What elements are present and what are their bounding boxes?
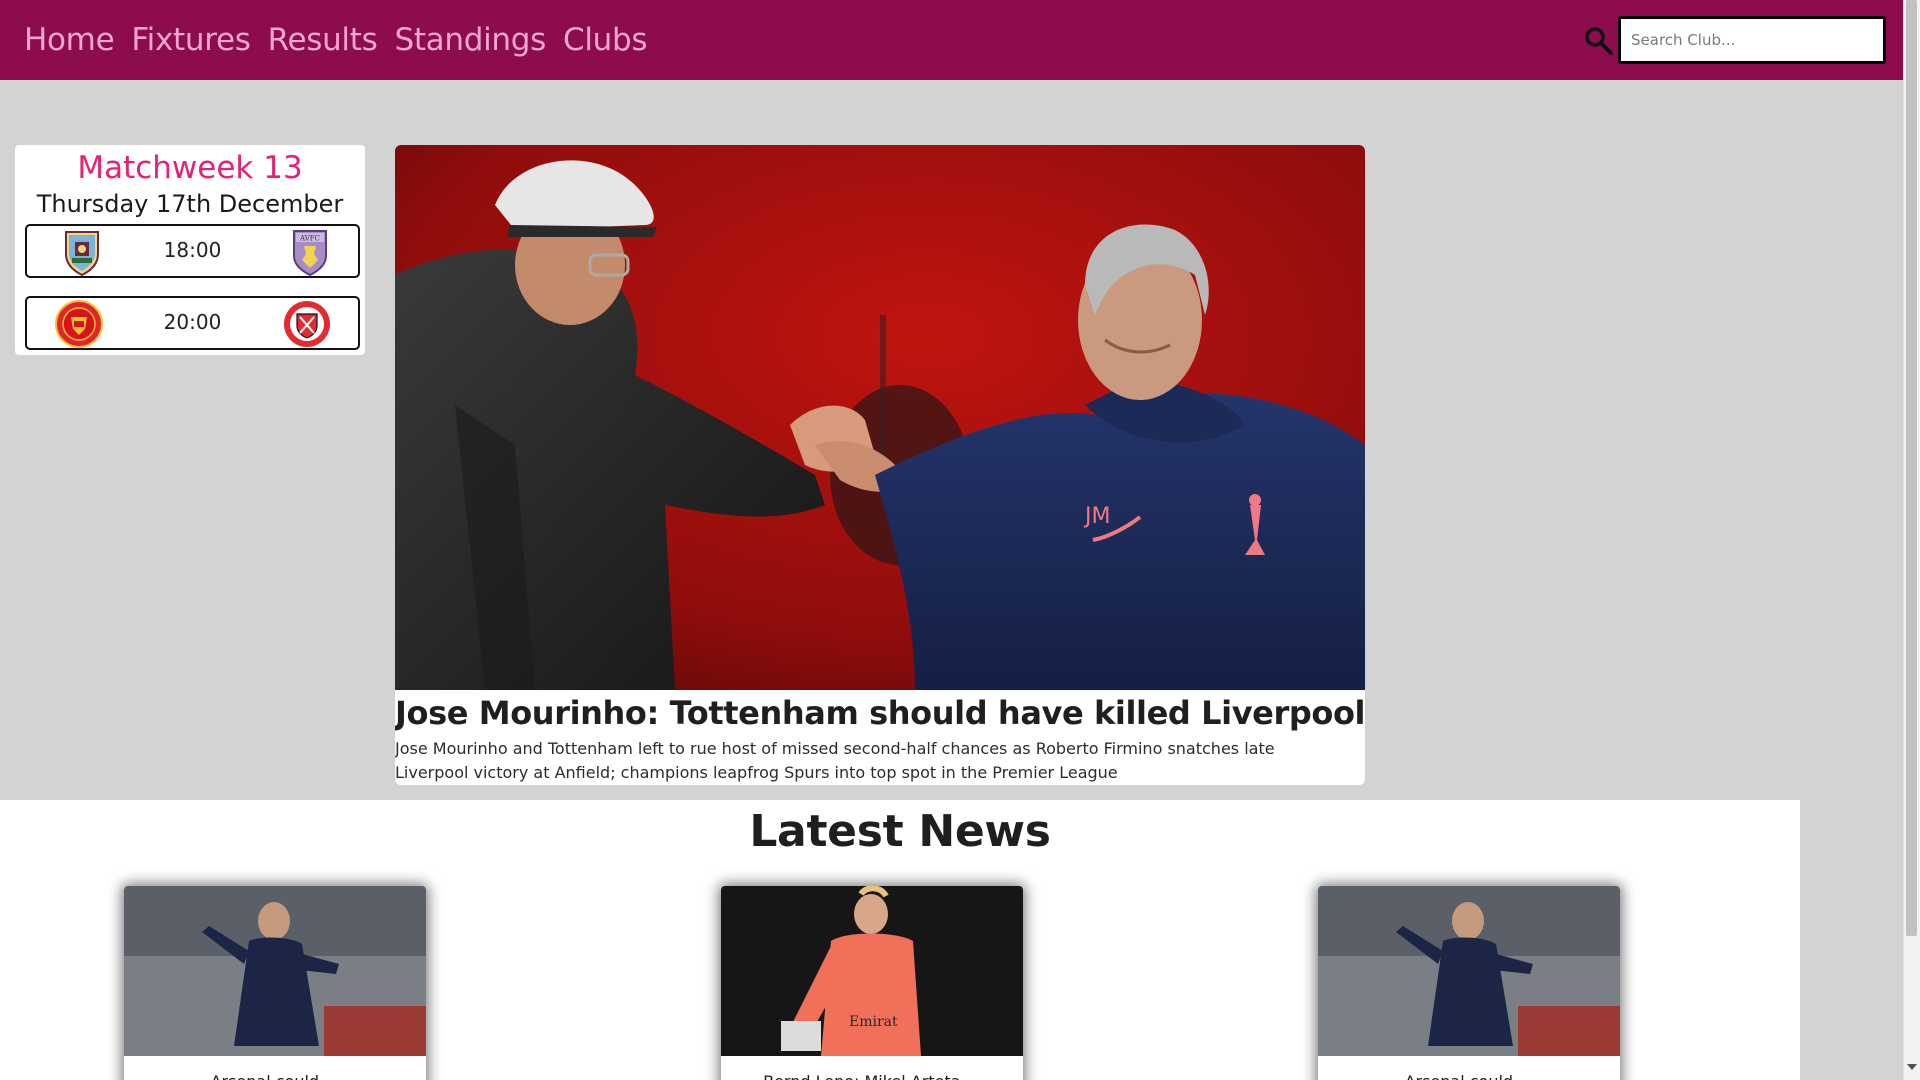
sheffield-united-crest-icon bbox=[282, 299, 330, 347]
scroll-down-arrow-icon[interactable] bbox=[1906, 1064, 1917, 1070]
latest-news-section: Latest News Arsenal could ... Emirat Ber… bbox=[0, 800, 1800, 1080]
latest-news-heading: Latest News bbox=[749, 806, 1051, 857]
matchweek-title: Matchweek 13 bbox=[77, 150, 303, 186]
news-card[interactable]: Emirat Bernd Leno: Mikel Arteta ... bbox=[721, 886, 1023, 1080]
news-card[interactable]: Arsenal could ... bbox=[1318, 886, 1620, 1080]
svg-text:AVFC: AVFC bbox=[299, 235, 320, 243]
fixture-row[interactable]: 20:00 bbox=[25, 296, 360, 350]
search-club-input[interactable] bbox=[1618, 16, 1886, 64]
news-card-title[interactable]: Arsenal could ... bbox=[1318, 1072, 1620, 1080]
matchweek-panel: Matchweek 13 Thursday 17th December 18:0… bbox=[15, 145, 365, 355]
matchweek-date: Thursday 17th December bbox=[36, 190, 344, 218]
news-card-title[interactable]: Arsenal could ... bbox=[124, 1072, 426, 1080]
search-icon[interactable] bbox=[1584, 26, 1614, 56]
svg-text:JM: JM bbox=[1083, 504, 1110, 529]
top-navigation-bar: Home Fixtures Results Standings Clubs bbox=[0, 0, 1903, 80]
news-card-title[interactable]: Bernd Leno: Mikel Arteta ... bbox=[721, 1072, 1023, 1080]
nav-home[interactable]: Home bbox=[24, 20, 115, 60]
aston-villa-crest-icon: AVFC bbox=[286, 228, 334, 277]
featured-article-title[interactable]: Jose Mourinho: Tottenham should have kil… bbox=[395, 693, 1365, 733]
svg-text:Emirat: Emirat bbox=[849, 1014, 898, 1030]
nav-fixtures[interactable]: Fixtures bbox=[131, 20, 251, 60]
nav-results[interactable]: Results bbox=[268, 20, 378, 60]
news-card-image[interactable] bbox=[1318, 886, 1620, 1056]
featured-article-description: Jose Mourinho and Tottenham left to rue … bbox=[395, 739, 1275, 782]
main-nav: Home Fixtures Results Standings Clubs bbox=[24, 20, 664, 60]
featured-article-image[interactable]: JM bbox=[395, 145, 1365, 690]
news-card-image[interactable]: Emirat bbox=[721, 886, 1023, 1056]
fixture-row[interactable]: 18:00 AVFC bbox=[25, 224, 360, 278]
nav-clubs[interactable]: Clubs bbox=[563, 20, 648, 60]
scrollbar-thumb[interactable] bbox=[1906, 0, 1917, 936]
news-card-image[interactable] bbox=[124, 886, 426, 1056]
news-card[interactable]: Arsenal could ... bbox=[124, 886, 426, 1080]
featured-article[interactable]: JM Jose Mourinho: Tottenham should have … bbox=[395, 145, 1365, 785]
nav-standings[interactable]: Standings bbox=[394, 20, 546, 60]
